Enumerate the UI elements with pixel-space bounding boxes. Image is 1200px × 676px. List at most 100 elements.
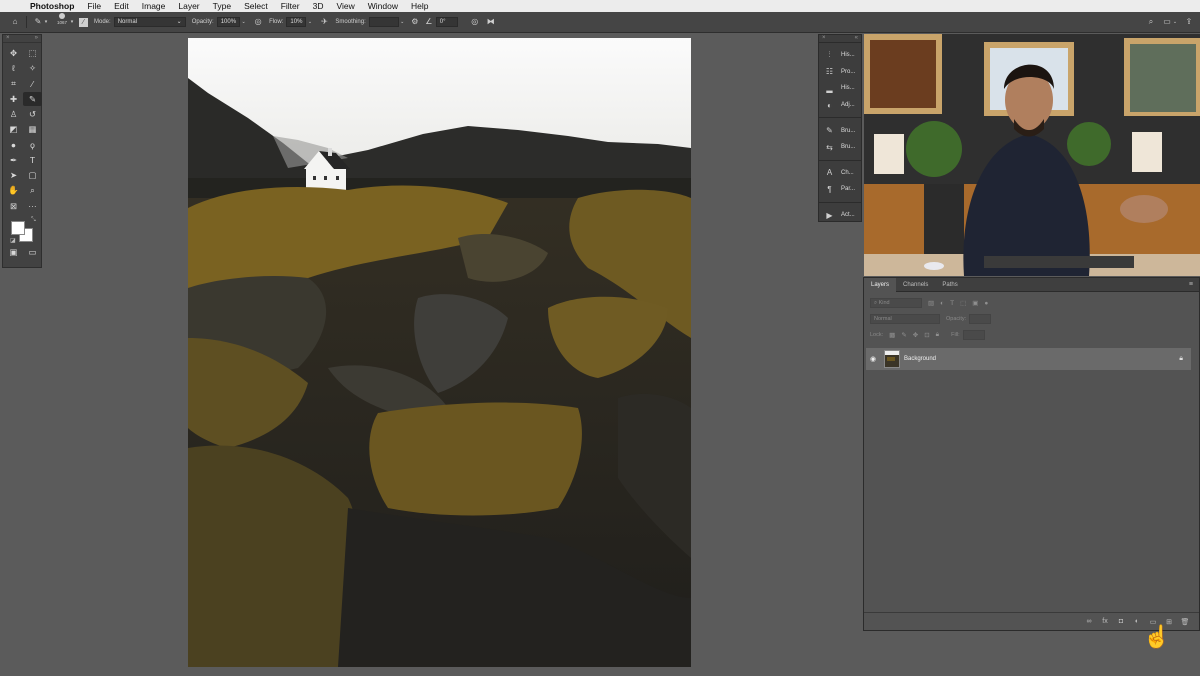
brush-tool-icon[interactable]: ✎ bbox=[23, 91, 42, 107]
collapse-icon[interactable]: » bbox=[35, 35, 38, 42]
search-icon[interactable]: ⌕ bbox=[1146, 17, 1156, 27]
swap-colors-icon[interactable]: ⤡ bbox=[31, 217, 36, 224]
panel-properties-button[interactable]: ☷ Pro... bbox=[819, 64, 861, 81]
chevron-down-icon[interactable]: ▾ bbox=[69, 17, 75, 27]
eraser-tool-icon[interactable]: ◩ bbox=[4, 122, 23, 136]
marquee-tool-icon[interactable]: ⬚ bbox=[23, 46, 42, 60]
tab-channels[interactable]: Channels bbox=[896, 278, 935, 292]
brush-tool-preset-icon[interactable]: ✎ bbox=[33, 17, 43, 27]
quick-select-tool-icon[interactable]: ✧ bbox=[23, 61, 42, 75]
pen-tool-icon[interactable]: ✒ bbox=[4, 153, 23, 167]
menu-filter[interactable]: Filter bbox=[281, 1, 300, 11]
brush-size-picker[interactable]: 1067 bbox=[55, 13, 69, 31]
menu-3d[interactable]: 3D bbox=[313, 1, 324, 11]
panel-paragraph-button[interactable]: ¶ Par... bbox=[819, 181, 861, 198]
filter-toggle-icon[interactable]: ● bbox=[984, 300, 988, 307]
hand-tool-icon[interactable]: ✋ bbox=[4, 184, 23, 198]
flow-field[interactable]: 10% bbox=[286, 17, 307, 27]
symmetry-icon[interactable]: ⧓ bbox=[486, 17, 496, 27]
panel-brush-settings-button[interactable]: ⇆ Bru... bbox=[819, 139, 861, 156]
filter-adjustment-icon[interactable]: ◐ bbox=[940, 300, 944, 307]
shape-tool-icon[interactable]: ▢ bbox=[23, 168, 42, 182]
layer-opacity-field[interactable] bbox=[969, 314, 992, 324]
menu-app-name[interactable]: Photoshop bbox=[30, 1, 74, 11]
healing-brush-tool-icon[interactable]: ✚ bbox=[4, 92, 23, 106]
home-icon[interactable]: ⌂ bbox=[10, 17, 20, 27]
smoothing-field[interactable] bbox=[368, 17, 399, 27]
close-icon[interactable]: × bbox=[822, 35, 826, 42]
share-icon[interactable]: ⇪ bbox=[1184, 17, 1194, 27]
filter-smart-object-icon[interactable]: ▣ bbox=[972, 299, 978, 307]
menu-window[interactable]: Window bbox=[368, 1, 398, 11]
clone-stamp-tool-icon[interactable]: ♙ bbox=[4, 107, 23, 121]
history-brush-tool-icon[interactable]: ↺ bbox=[23, 107, 42, 121]
menu-layer[interactable]: Layer bbox=[178, 1, 199, 11]
workspace-icon[interactable]: ▭ bbox=[1162, 17, 1172, 27]
filter-shape-icon[interactable]: ⬚ bbox=[960, 299, 966, 307]
tab-paths[interactable]: Paths bbox=[935, 278, 964, 292]
artboard-tool-icon[interactable]: ⊠ bbox=[4, 199, 23, 213]
layer-lock-icon[interactable]: 🔒︎ bbox=[1179, 355, 1183, 363]
document-canvas[interactable] bbox=[188, 38, 691, 667]
chevron-down-icon[interactable]: ⌄ bbox=[240, 17, 247, 27]
crop-tool-icon[interactable]: ⌗ bbox=[4, 77, 23, 91]
panel-menu-icon[interactable]: ≡ bbox=[1189, 278, 1193, 292]
move-tool-icon[interactable]: ✥ bbox=[4, 46, 23, 60]
panel-brushes-button[interactable]: ✎ Bru... bbox=[819, 122, 861, 139]
chevron-down-icon[interactable]: ⌄ bbox=[1172, 17, 1178, 27]
pressure-size-icon[interactable]: ◎ bbox=[470, 17, 480, 27]
menu-type[interactable]: Type bbox=[213, 1, 231, 11]
blur-tool-icon[interactable]: ● bbox=[4, 138, 23, 152]
layer-style-fx-icon[interactable]: fx bbox=[1097, 618, 1113, 625]
menu-help[interactable]: Help bbox=[411, 1, 428, 11]
panel-actions-button[interactable]: ▶ Act... bbox=[819, 207, 861, 224]
menu-file[interactable]: File bbox=[87, 1, 101, 11]
layer-filter-select[interactable]: ⌕ Kind bbox=[870, 298, 922, 308]
panel-history-button[interactable]: ⫶ His... bbox=[819, 47, 861, 64]
chevron-down-icon[interactable]: ▾ bbox=[43, 17, 49, 27]
gradient-tool-icon[interactable]: ▦ bbox=[23, 122, 42, 136]
angle-icon[interactable]: ∠ bbox=[424, 17, 434, 27]
mode-select[interactable]: Normal ⌄ bbox=[113, 17, 186, 27]
lasso-tool-icon[interactable]: ℓ bbox=[4, 61, 23, 75]
panel-character-button[interactable]: A Ch... bbox=[819, 165, 861, 182]
filter-type-icon[interactable]: T bbox=[950, 300, 954, 307]
lock-all-icon[interactable]: 🔒︎ bbox=[936, 331, 939, 339]
panel-histogram-button[interactable]: ▂ His... bbox=[819, 80, 861, 97]
layer-fill-field[interactable] bbox=[962, 330, 985, 340]
visibility-eye-icon[interactable]: ◉ bbox=[866, 355, 880, 363]
brush-settings-panel-icon[interactable]: ⁄ bbox=[79, 17, 88, 27]
chevron-down-icon[interactable]: ⌄ bbox=[399, 17, 406, 27]
delete-layer-trash-icon[interactable]: 🗑︎ bbox=[1177, 618, 1193, 626]
gear-icon[interactable]: ⚙ bbox=[410, 17, 420, 27]
dock-header[interactable]: × « bbox=[819, 35, 861, 43]
more-tools-icon[interactable]: ··· bbox=[23, 199, 42, 213]
type-tool-icon[interactable]: T bbox=[23, 153, 42, 167]
lock-position-icon[interactable]: ✥ bbox=[913, 331, 918, 339]
dodge-tool-icon[interactable]: ϙ bbox=[23, 138, 42, 152]
tab-layers[interactable]: Layers bbox=[864, 277, 897, 292]
layer-row-background[interactable]: ◉ Background 🔒︎ bbox=[866, 348, 1191, 370]
tools-panel-header[interactable]: × » bbox=[3, 35, 41, 43]
link-layers-icon[interactable]: ∞ bbox=[1081, 618, 1097, 625]
add-mask-icon[interactable]: ◘ bbox=[1113, 618, 1129, 625]
screen-mode-icon[interactable]: ▭ bbox=[23, 245, 42, 259]
menu-view[interactable]: View bbox=[336, 1, 354, 11]
default-colors-icon[interactable]: ◪ bbox=[10, 237, 16, 244]
pressure-opacity-icon[interactable]: ◎ bbox=[253, 17, 263, 27]
lock-artboard-icon[interactable]: ⊡ bbox=[924, 331, 929, 339]
opacity-field[interactable]: 100% bbox=[216, 17, 241, 27]
lock-transparent-icon[interactable]: ▩ bbox=[889, 331, 895, 339]
quick-mask-icon[interactable]: ▣ bbox=[4, 245, 23, 259]
chevron-down-icon[interactable]: ⌄ bbox=[306, 17, 313, 27]
filter-pixel-icon[interactable]: ▨ bbox=[928, 299, 934, 307]
foreground-color-swatch[interactable] bbox=[11, 221, 25, 236]
menu-image[interactable]: Image bbox=[142, 1, 166, 11]
path-select-tool-icon[interactable]: ➤ bbox=[4, 168, 23, 182]
panel-adjustments-button[interactable]: ◐ Adj... bbox=[819, 97, 861, 114]
close-icon[interactable]: × bbox=[6, 35, 10, 42]
blend-mode-select[interactable]: Normal bbox=[870, 314, 940, 324]
angle-field[interactable]: 0° bbox=[435, 17, 458, 27]
menu-edit[interactable]: Edit bbox=[114, 1, 129, 11]
eyedropper-tool-icon[interactable]: ⁄ bbox=[23, 77, 42, 91]
